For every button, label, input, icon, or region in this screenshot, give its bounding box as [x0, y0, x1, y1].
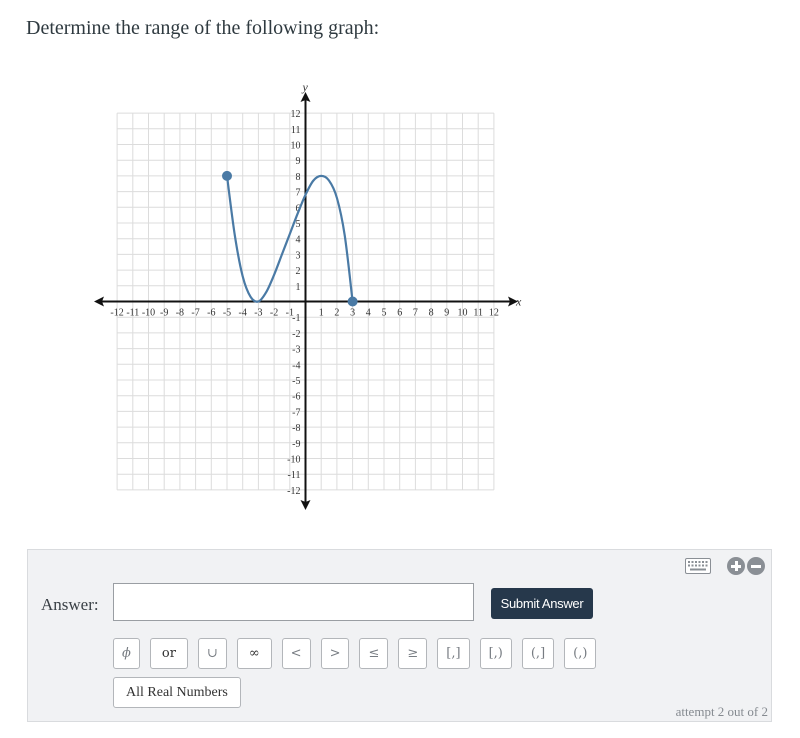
open-interval-button[interactable]: (,)	[564, 638, 597, 669]
x-tick-label: 3	[350, 308, 355, 319]
infinity-button[interactable]: ∞	[236, 638, 272, 669]
y-tick-label: 11	[291, 125, 301, 136]
coordinate-graph: xy -12 -11 -10 -9 -8 -7 -6 -5 -4 -3 -2 -1 1 2 3 4 5 6 7 8 9 1…	[94, 80, 522, 510]
x-tick-label: -2	[270, 308, 278, 319]
x-tick-label: -12	[110, 308, 123, 319]
y-tick-label: 3	[296, 250, 301, 261]
less-than-button[interactable]: <	[281, 638, 311, 669]
minus-circle-icon[interactable]	[747, 557, 765, 575]
x-tick-label: -10	[142, 308, 155, 319]
y-tick-label: -6	[292, 392, 300, 403]
open-closed-interval-button[interactable]: (,]	[521, 638, 555, 669]
union-button[interactable]: ∪	[197, 638, 227, 669]
answer-input[interactable]	[113, 583, 474, 621]
closed-open-interval-button[interactable]: [,)	[479, 638, 512, 669]
less-equal-button[interactable]: ≤	[359, 638, 389, 669]
x-tick-label: -8	[176, 308, 184, 319]
y-tick-label: 12	[291, 109, 301, 120]
x-tick-label: 4	[366, 308, 371, 319]
x-tick-label: -11	[126, 308, 139, 319]
y-tick-label: 5	[296, 219, 301, 230]
y-tick-label: -3	[292, 345, 300, 356]
x-tick-label: -9	[160, 308, 168, 319]
greater-equal-button[interactable]: ≥	[398, 638, 428, 669]
y-tick-label: -2	[292, 329, 300, 340]
y-tick-label: 8	[296, 172, 301, 183]
x-tick-label: 6	[397, 308, 402, 319]
y-axis-label: y	[302, 80, 309, 94]
x-tick-label: 1	[319, 308, 324, 319]
symbol-toolbar: ϕ or ∪ ∞ < > ≤ ≥ [,] [,) (,] (,)	[113, 638, 597, 669]
x-axis-label: x	[515, 295, 522, 309]
x-tick-label: 8	[429, 308, 434, 319]
tool-icons	[685, 557, 765, 575]
y-tick-label: -8	[292, 423, 300, 434]
y-tick-label: -9	[292, 439, 300, 450]
y-tick-label: 1	[296, 282, 301, 293]
x-tick-label: -5	[223, 308, 231, 319]
x-tick-label: 2	[334, 308, 339, 319]
x-tick-label: -4	[239, 308, 247, 319]
x-tick-label: 9	[444, 308, 449, 319]
y-tick-label: 2	[296, 266, 301, 277]
plus-circle-icon[interactable]	[727, 557, 745, 575]
x-tick-label: 7	[413, 308, 418, 319]
y-tick-label: -5	[292, 376, 300, 387]
or-button[interactable]: or	[149, 638, 188, 669]
x-tick-label: -3	[254, 308, 262, 319]
closed-interval-button[interactable]: [,]	[437, 638, 470, 669]
all-real-numbers-button[interactable]: All Real Numbers	[113, 677, 241, 708]
greater-than-button[interactable]: >	[320, 638, 350, 669]
x-tick-label: -6	[207, 308, 215, 319]
y-tick-label: 7	[296, 188, 301, 199]
empty-set-button[interactable]: ϕ	[113, 638, 140, 669]
x-tick-label: 10	[458, 308, 468, 319]
keyboard-icon[interactable]	[685, 558, 711, 574]
y-tick-label: 9	[296, 156, 301, 167]
answer-panel: Answer: Submit Answer ϕ or ∪ ∞ < > ≤ ≥ […	[27, 549, 772, 722]
y-tick-label: -4	[292, 360, 300, 371]
y-tick-label: -1	[292, 313, 300, 324]
y-tick-label: -10	[287, 455, 300, 466]
x-tick-label: -7	[191, 308, 199, 319]
y-tick-label: -12	[287, 486, 300, 497]
y-tick-label: -7	[292, 407, 300, 418]
submit-answer-button[interactable]: Submit Answer	[491, 588, 593, 619]
x-tick-label: 11	[473, 308, 483, 319]
y-tick-label: 4	[296, 235, 301, 246]
x-tick-label: 5	[382, 308, 387, 319]
attempt-counter: attempt 2 out of 2	[675, 704, 768, 719]
answer-label: Answer:	[41, 595, 99, 614]
y-tick-label: 10	[291, 141, 301, 152]
y-tick-label: -11	[288, 470, 301, 481]
endpoint-marker	[347, 296, 358, 307]
endpoint-marker	[222, 170, 232, 181]
x-tick-label: 12	[489, 308, 499, 319]
